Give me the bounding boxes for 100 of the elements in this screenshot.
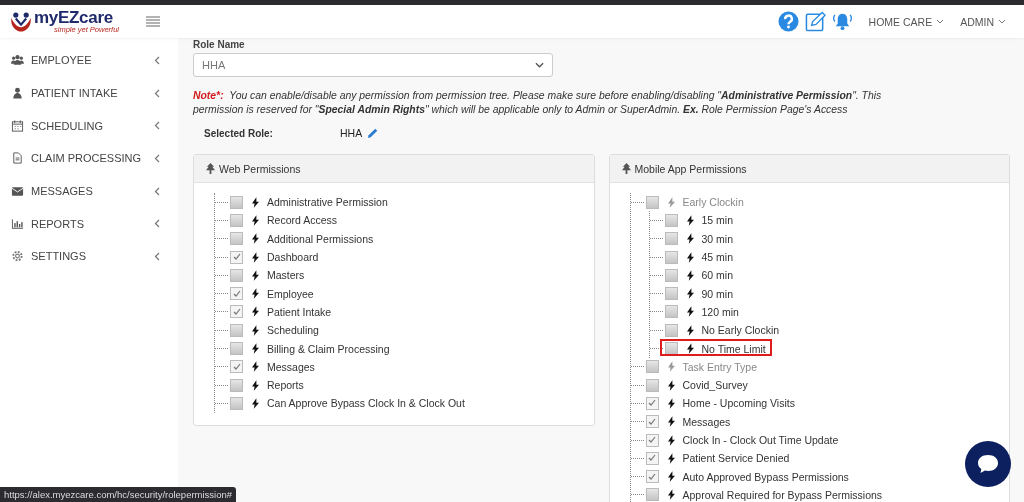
bolt-icon [686,214,694,226]
tree-item-label[interactable]: Billing & Claim Processing [267,342,390,355]
bolt-icon [667,361,675,373]
bolt-icon [686,233,694,245]
checkbox[interactable] [230,232,243,246]
chevron-icon [154,186,160,196]
bolt-icon [667,397,675,409]
checkbox[interactable] [230,268,243,282]
chevron-icon [154,153,160,163]
tree-item-label[interactable]: Messages [267,360,315,373]
note-text: Note*: You can enable/disable any permission from permission tree. Please make sure before enabling/disabling "Administrative Permission". This permission is reserved for "Special Admin Rights" which will be applicable only to Admin or SuperAdmin. Ex. Role Permission Page's Access [193,89,883,117]
bolt-icon [686,343,694,354]
tree-item-label[interactable]: Record Access [267,214,338,227]
checkbox[interactable] [230,378,243,392]
bolt-icon [686,288,694,300]
chevron-icon [154,88,160,98]
bar-chart-icon [11,217,24,230]
bolt-icon [667,471,675,483]
selected-role-value: HHA [340,127,363,139]
checkbox[interactable] [645,378,659,392]
bolt-icon [252,397,259,409]
bolt-icon [667,434,675,446]
tree-item-label[interactable]: Employee [267,287,314,300]
tree-item-label[interactable]: Clock In - Clock Out Time Update [682,434,839,446]
bolt-icon [667,416,675,428]
checkbox[interactable] [645,396,659,410]
checkbox[interactable] [230,213,243,227]
sidebar-item[interactable]: MESSAGES [0,174,178,208]
settings-icon [11,250,24,263]
panel-title: Web Permissions [219,162,301,175]
tree-item-label[interactable]: Patient Intake [267,305,332,318]
header-menu[interactable]: HOME CARE [868,15,945,28]
checkbox[interactable] [645,470,659,484]
checkbox[interactable] [230,305,243,319]
checkbox[interactable] [230,195,243,209]
sidebar-item[interactable]: EMPLOYEE [0,44,178,77]
bolt-icon [252,343,259,354]
logo-icon [8,9,34,34]
sidebar-item[interactable]: SETTINGS [0,240,178,273]
caret-icon [535,62,544,68]
tree-icon [206,163,215,174]
bolt-icon [252,361,259,373]
bolt-icon [686,251,694,263]
menu-icon[interactable] [146,16,160,27]
tree-item-label[interactable]: Can Approve Bypass Clock In & Clock Out [267,397,465,410]
bolt-icon [667,489,675,501]
sidebar-item[interactable]: SCHEDULING [0,109,178,143]
selected-role-label: Selected Role: [204,127,274,139]
help-icon[interactable] [777,11,799,32]
caret-icon [998,19,1006,24]
bolt-icon [252,233,259,245]
checkbox[interactable] [645,433,659,447]
checkbox[interactable] [645,488,659,502]
sidebar-item[interactable]: PATIENT INTAKE [0,76,178,110]
sidebar-item[interactable]: CLAIM PROCESSING [0,142,178,175]
checkbox[interactable] [230,323,243,337]
checkbox[interactable] [645,415,659,429]
calendar-icon [11,119,24,132]
edit-icon[interactable] [804,11,826,32]
bolt-icon [252,379,259,391]
document-icon [11,152,24,165]
tree-item-label[interactable]: Messages [682,415,731,428]
chevron-icon [154,251,160,261]
tree-item-label[interactable]: Patient Service Denied [682,452,790,465]
bolt-icon [252,269,259,281]
tree-item-label[interactable]: Scheduling [267,324,319,337]
checkbox[interactable] [645,451,659,465]
tree-item-label[interactable]: Home - Upcoming Visits [682,397,795,410]
tree-item-label[interactable]: Auto Approved Bypass Permissions [682,470,849,483]
bolt-icon [667,452,675,464]
bolt-icon [252,306,259,318]
checkbox[interactable] [230,287,243,301]
pencil-icon[interactable] [367,127,379,139]
caret-icon [936,19,945,24]
bolt-icon [686,324,694,336]
tree-item-label[interactable]: Administrative Permission [267,196,388,209]
checkbox[interactable] [230,250,243,264]
tree-item-label[interactable]: Masters [267,269,305,282]
checkbox[interactable] [230,342,243,355]
checkbox[interactable] [230,396,243,410]
header-menu[interactable]: ADMIN [960,15,1006,28]
role-select[interactable]: HHA [193,53,553,77]
field-label: Role Name [193,39,246,50]
tree-item-label[interactable]: Approval Required for Bypass Permissions [682,488,883,501]
envelope-icon [11,185,24,198]
tree-item-label[interactable]: Reports [267,379,304,392]
panel-title: Mobile App Permissions [634,162,747,175]
tree-item-label[interactable]: Dashboard [267,251,319,264]
tree-item-label[interactable]: Covid_Survey [682,379,748,392]
users-icon [11,54,24,67]
bolt-icon [252,214,259,226]
sidebar-item[interactable]: REPORTS [0,207,178,241]
bolt-icon [252,324,259,336]
bolt-icon [667,196,675,208]
bolt-icon [252,288,259,300]
status-url: https://alex.myezcare.com/hc/security/rolepermission# [0,487,237,502]
bolt-icon [252,251,259,263]
checkbox[interactable] [230,360,243,374]
bell-icon[interactable] [831,11,853,32]
tree-item-label[interactable]: Additional Permissions [267,232,374,245]
